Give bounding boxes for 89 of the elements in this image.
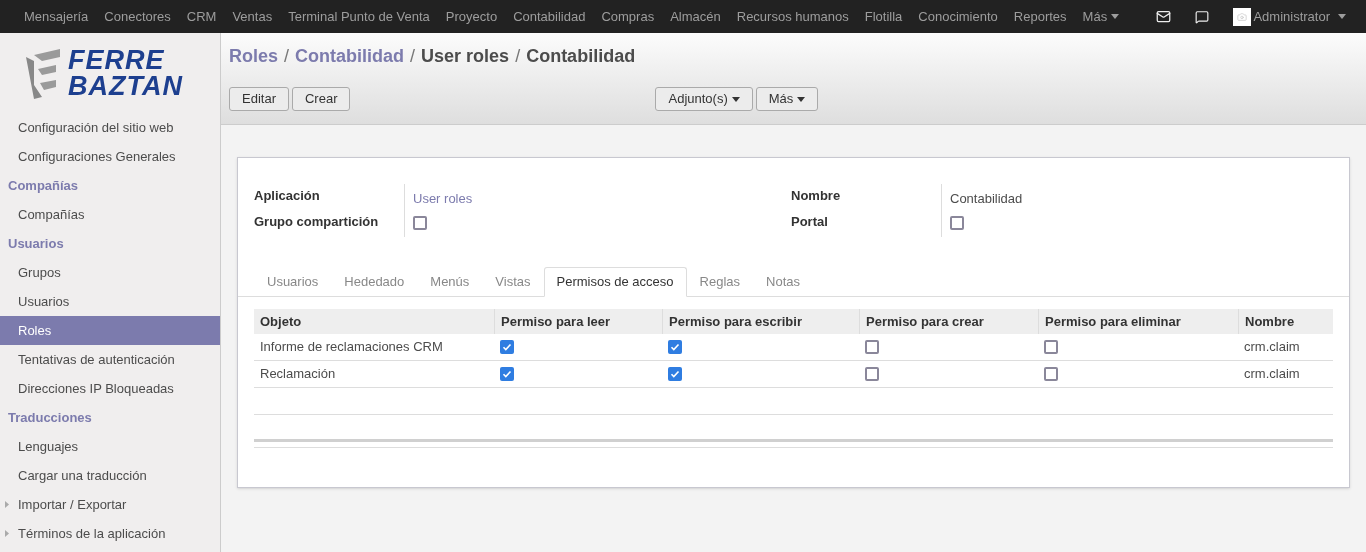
table-cell-text: crm.claim (1243, 365, 1301, 384)
tab[interactable]: Usuarios (254, 267, 332, 297)
sidebar-item[interactable]: Términos de la aplicación (0, 519, 220, 548)
caret-icon (1338, 14, 1346, 19)
checkbox[interactable] (500, 340, 514, 354)
column-header[interactable]: Permiso para eliminar (1038, 309, 1238, 334)
sidebar-item[interactable]: Usuarios (0, 287, 220, 316)
sidebar-item[interactable]: Roles (0, 316, 220, 345)
sidebar-item[interactable]: Direcciones IP Bloqueadas (0, 374, 220, 403)
field-label: Portal (791, 213, 829, 228)
checkbox[interactable] (668, 367, 682, 381)
column-header[interactable]: Permiso para crear (859, 309, 1038, 334)
menu-link[interactable]: Almacén (670, 6, 721, 27)
field-value: Contabilidad (950, 190, 1023, 205)
menu-link[interactable]: Reportes (1013, 6, 1067, 27)
menu-link[interactable]: Terminal Punto de Venta (288, 6, 430, 27)
checkbox[interactable] (865, 340, 879, 354)
avatar-icon (1233, 7, 1252, 26)
dropdown-button[interactable]: Más (755, 87, 819, 111)
menu-link[interactable]: Flotilla (864, 6, 903, 27)
mail-icon[interactable] (1156, 9, 1172, 24)
menu-link[interactable]: CRM (186, 6, 217, 27)
table-cell-text: Informe de reclamaciones CRM (259, 338, 444, 357)
breadcrumb-text: User roles (421, 45, 510, 68)
expand-arrow-icon[interactable] (5, 501, 9, 508)
chat-icon[interactable] (1195, 9, 1210, 24)
toolbar-button[interactable]: Editar (229, 87, 289, 111)
column-header[interactable]: Permiso para leer (494, 309, 662, 334)
breadcrumb-separator: / (515, 45, 521, 68)
menu-link[interactable]: Compras (601, 6, 655, 27)
checkmark-icon (670, 342, 680, 352)
more-menu-link[interactable]: Más (1082, 6, 1120, 27)
dropdown-button[interactable]: Adjunto(s) (655, 87, 753, 111)
checkbox[interactable] (500, 367, 514, 381)
menu-link[interactable]: Contabilidad (513, 6, 586, 27)
column-header[interactable]: Objeto (254, 309, 494, 334)
field-link[interactable]: User roles (413, 189, 473, 205)
checkbox[interactable] (668, 340, 682, 354)
section-header: Traducciones (7, 408, 93, 427)
column-header[interactable]: Nombre (1238, 309, 1333, 334)
sidebar-item[interactable]: Importar / Exportar (0, 490, 220, 519)
toolbar-button[interactable]: Crear (291, 87, 351, 111)
checkmark-icon (670, 369, 680, 379)
section-header: Usuarios (7, 234, 65, 253)
menu-link[interactable]: Ventas (232, 6, 273, 27)
tab[interactable]: Menús (417, 267, 483, 297)
checkbox[interactable] (950, 216, 964, 230)
caret-icon (1111, 14, 1120, 19)
caret-icon (797, 96, 806, 102)
menu-link[interactable]: Proyecto (445, 6, 498, 27)
logo-text: BAZTAN (68, 73, 183, 99)
checkbox[interactable] (1044, 340, 1058, 354)
expand-arrow-icon[interactable] (5, 530, 9, 537)
menu-link[interactable]: Recursos humanos (736, 6, 849, 27)
sidebar-item[interactable]: Configuraciones Generales (0, 142, 220, 171)
tab[interactable]: Notas (753, 267, 813, 297)
breadcrumb-link[interactable]: Contabilidad (295, 43, 405, 70)
sidebar-item[interactable]: Tentativas de autenticación (0, 345, 220, 374)
breadcrumb-text: Contabilidad (526, 45, 636, 68)
sidebar-item[interactable]: Grupos (0, 258, 220, 287)
checkmark-icon (502, 369, 512, 379)
tab[interactable]: Reglas (686, 267, 754, 297)
field-label: Aplicación (254, 187, 321, 202)
table-cell-text: crm.claim (1243, 338, 1301, 357)
breadcrumb-separator: / (284, 45, 290, 68)
checkbox[interactable] (865, 367, 879, 381)
sidebar-item[interactable]: Configuración del sitio web (0, 113, 220, 142)
tab[interactable]: Vistas (482, 267, 544, 297)
column-header[interactable]: Permiso para escribir (662, 309, 859, 334)
caret-icon (731, 96, 740, 102)
user-menu-link[interactable]: Administrator (1253, 6, 1330, 27)
sidebar-item[interactable]: Lenguajes (0, 432, 220, 461)
sidebar-item[interactable]: Cargar una traducción (0, 461, 220, 490)
checkmark-icon (502, 342, 512, 352)
breadcrumb-link[interactable]: Roles (229, 43, 279, 70)
section-header: Compañías (7, 176, 80, 195)
field-label: Grupo compartición (254, 213, 380, 228)
breadcrumb-separator: / (410, 45, 416, 68)
field-label: Nombre (791, 187, 842, 202)
checkbox[interactable] (1044, 367, 1058, 381)
menu-link[interactable]: Conocimiento (918, 6, 998, 27)
table-cell-text: Reclamación (259, 365, 337, 384)
tab[interactable]: Permisos de acceso (543, 267, 687, 297)
logo-text: FERRE (68, 47, 166, 73)
menu-link[interactable]: Conectores (104, 6, 171, 27)
tab[interactable]: Hededado (331, 267, 418, 297)
menu-link[interactable]: Mensajería (24, 6, 89, 27)
checkbox[interactable] (413, 216, 427, 230)
sidebar-item[interactable]: Compañías (0, 200, 220, 229)
